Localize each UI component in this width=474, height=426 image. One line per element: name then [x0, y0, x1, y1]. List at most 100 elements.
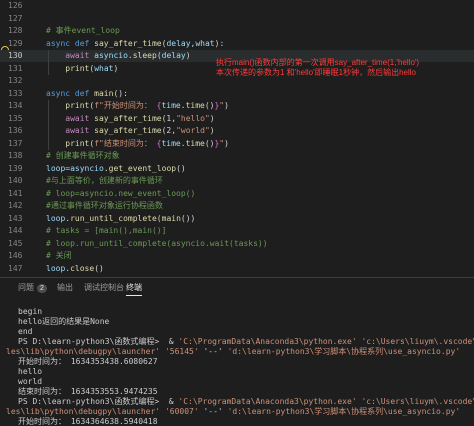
code-line[interactable]: 128 # 事件event_loop — [0, 25, 474, 37]
line-number: 133 — [8, 88, 23, 98]
code-text: # 事件event_loop — [46, 25, 120, 37]
code-token: get_event_loop — [108, 163, 177, 173]
code-line[interactable]: 127 — [0, 13, 474, 25]
code-line[interactable]: 134 print(f"开始时间为： {time.time()}") — [0, 100, 474, 112]
code-line[interactable]: 138 # 创建事件循环对象 — [0, 150, 474, 162]
code-token: "world" — [176, 126, 210, 135]
line-number: 126 — [8, 1, 23, 10]
code-token: time — [161, 101, 181, 110]
terminal-text: '56145' — [160, 347, 199, 356]
panel-tab[interactable]: 调试控制台 — [84, 282, 124, 295]
line-number: 142 — [8, 201, 23, 210]
code-token: #与上面等价，创建新的事件循环 — [46, 176, 163, 185]
code-token: def — [74, 88, 95, 98]
code-line[interactable]: 126 — [0, 0, 474, 12]
code-text: print(f"开始时间为： {time.time()}") — [46, 100, 229, 112]
code-text: # loop=asyncio.new_event_loop() — [46, 188, 195, 200]
code-line[interactable]: 141 # loop=asyncio.new_event_loop() — [0, 188, 474, 200]
terminal-line: les\lib\python\debugpy\launcher' '60007'… — [6, 407, 460, 416]
code-token: say_after_time — [94, 126, 162, 135]
indent-guide — [48, 50, 49, 75]
line-number: 144 — [8, 226, 23, 235]
line-number: 143 — [8, 213, 23, 223]
panel-tab[interactable]: 终端 — [126, 282, 142, 296]
line-number: 128 — [8, 26, 23, 35]
code-text: #通过事件循环对象运行协程函数 — [46, 200, 163, 212]
line-number: 145 — [8, 238, 23, 248]
code-text: async def main(): — [46, 88, 128, 100]
panel-tab-label: 问题 — [18, 283, 34, 292]
terminal-text: 开始时间为： 1634364638.5940418 — [18, 417, 158, 426]
annotation-line-2: 本次传递的参数为1 和'hello'即睡眠1秒钟，然后输出hello — [216, 68, 416, 77]
code-token: what — [94, 63, 114, 73]
code-token: main — [161, 213, 181, 223]
code-line[interactable]: 144 # tasks = [main(),main()] — [0, 225, 474, 237]
code-line[interactable]: 147 loop.close() — [0, 263, 474, 275]
code-text: # tasks = [main(),main()] — [46, 225, 166, 237]
code-token: "hello" — [176, 113, 210, 123]
code-token: await — [46, 113, 95, 123]
code-token: #通过事件循环对象运行协程函数 — [46, 201, 163, 210]
code-token: say_after_time — [94, 113, 162, 123]
code-text: await say_after_time(1,"hello") — [46, 113, 215, 125]
panel-tab[interactable]: 问题 2 — [18, 282, 47, 295]
terminal-text: 结束时间为： 1634353553.9474235 — [18, 387, 158, 396]
code-text: await say_after_time(2,"world") — [46, 125, 214, 137]
indent-guide — [48, 100, 49, 150]
code-token: def — [74, 38, 95, 48]
code-token: ) — [224, 138, 229, 148]
code-token: (1, — [161, 113, 177, 123]
panel-tab[interactable]: 输出 — [57, 282, 73, 295]
line-number: 146 — [8, 251, 23, 260]
line-number: 136 — [8, 126, 23, 135]
code-text: print(f"结束时间为： {time.time()}") — [46, 138, 229, 150]
line-number: 135 — [8, 113, 23, 123]
terminal-text: 'C:\ProgramData\Anaconda3\python.exe' — [178, 337, 357, 346]
code-line[interactable]: 135 await say_after_time(1,"hello") — [0, 113, 474, 125]
code-token: print — [46, 63, 90, 73]
code-token: f"结束时间为： — [94, 138, 157, 148]
terminal-line: 结束时间为： 1634353553.9474235 — [18, 387, 158, 396]
code-token: print — [46, 101, 90, 110]
terminal-line: les\lib\python\debugpy\launcher' '56145'… — [6, 347, 460, 356]
code-line[interactable]: 133 async def main(): — [0, 88, 474, 100]
code-token: # 关闭 — [46, 251, 72, 260]
code-line[interactable]: 137 print(f"结束时间为： {time.time()}") — [0, 138, 474, 150]
code-token: loop — [46, 213, 66, 223]
code-token: time — [185, 138, 205, 148]
terminal-text: '--' — [198, 347, 223, 356]
code-token: # loop=asyncio.new_event_loop() — [46, 188, 196, 198]
code-editor[interactable]: 126 127 128 # 事件event_loop 129 async def say_… — [0, 0, 474, 277]
code-text: # loop.run_until_complete(asyncio.wait(t… — [46, 238, 268, 250]
line-number: 140 — [8, 176, 23, 185]
code-line[interactable]: 146 # 关闭 — [0, 250, 474, 262]
code-token: ) — [209, 113, 215, 123]
code-token: close — [70, 263, 95, 273]
code-line[interactable]: 139 loop=asyncio.get_event_loop() — [0, 163, 474, 175]
terminal-text: 'c:\Users\liuym\.vscode\extension — [361, 397, 474, 406]
code-line[interactable]: 142 #通过事件循环对象运行协程函数 — [0, 200, 474, 212]
code-text: loop=asyncio.get_event_loop() — [46, 163, 186, 175]
code-line[interactable]: 143 loop.run_until_complete(main()) — [0, 213, 474, 225]
code-line[interactable]: 140 #与上面等价，创建新的事件循环 — [0, 175, 474, 187]
code-text: await asyncio.sleep(delay) — [46, 50, 190, 62]
terminal-output[interactable]: begin hello返回的结果是None end PS D:\learn-pytho… — [0, 298, 474, 426]
code-token: () — [176, 163, 186, 173]
terminal-text: hello返回的结果是None — [18, 317, 110, 326]
terminal-line: hello — [18, 367, 42, 376]
terminal-text: PS D:\learn-python3\函数式编程> — [18, 397, 164, 406]
code-token: loop — [46, 163, 66, 173]
code-line[interactable]: 145 # loop.run_until_complete(asyncio.wai… — [0, 238, 474, 250]
code-token: # tasks = [main(),main()] — [46, 226, 167, 235]
terminal-text: & — [163, 397, 179, 406]
code-line[interactable]: 129 async def say_after_time(delay,what): — [0, 38, 474, 50]
code-token: await — [46, 126, 95, 135]
code-line[interactable]: 136 await say_after_time(2,"world") — [0, 125, 474, 137]
terminal-line: hello返回的结果是None — [18, 317, 109, 326]
code-text: print(what) — [46, 63, 118, 75]
panel-tab-label: 调试控制台 — [84, 283, 124, 292]
terminal-text: '--' — [198, 407, 223, 416]
terminal-text: 'd:\learn-python3\学习脚本\协程系列\use_asyncio.… — [222, 347, 461, 356]
terminal-line: 开始时间为： 1634364638.5940418 — [18, 417, 158, 426]
code-token: # 创建事件循环对象 — [46, 151, 120, 160]
